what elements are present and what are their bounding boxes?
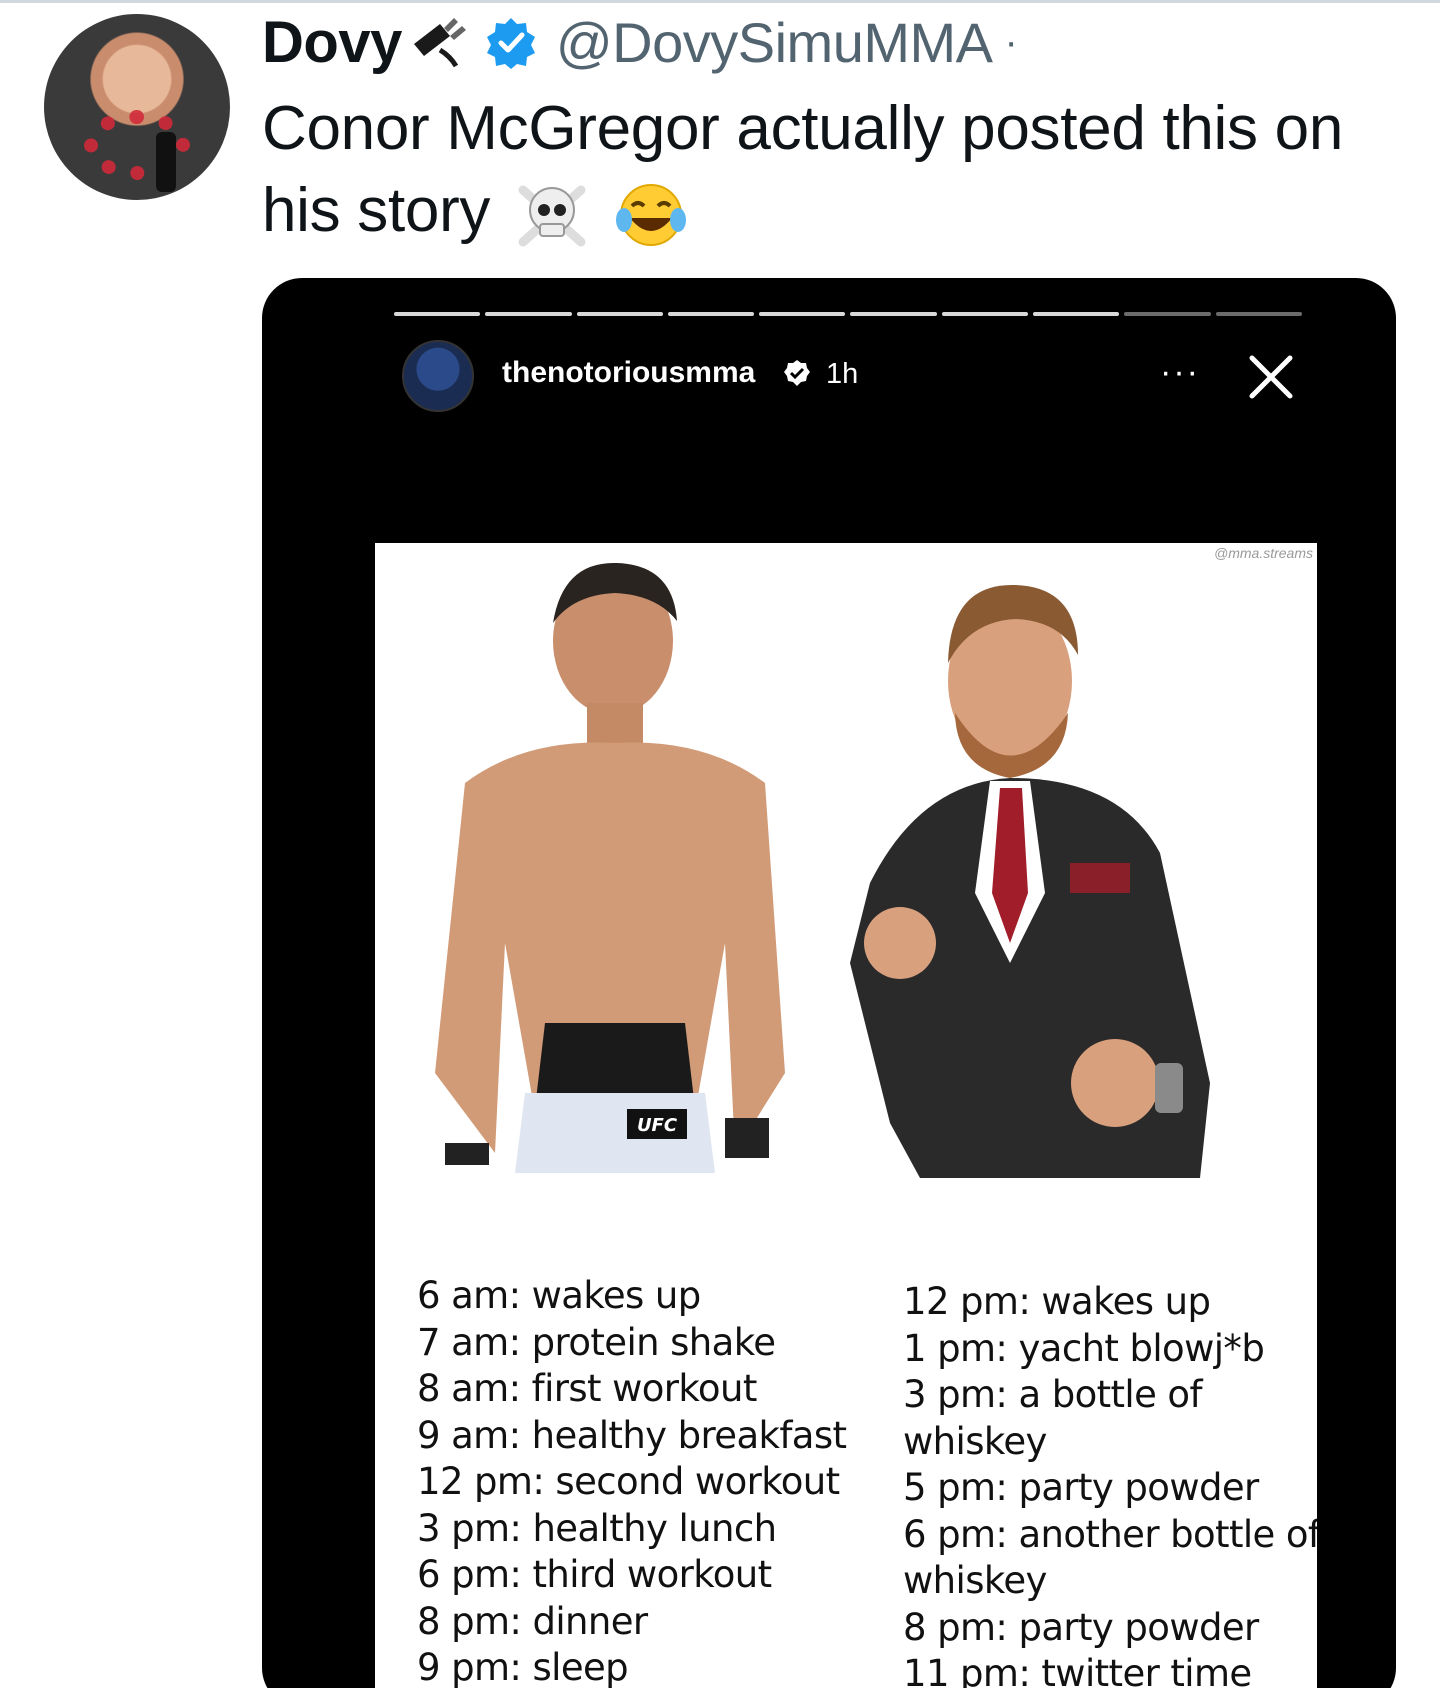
tweet-body: Conor McGregor actually posted this on h… <box>262 94 1344 245</box>
skull-crossbones-icon <box>518 185 586 247</box>
top-divider <box>0 0 1440 3</box>
schedule-line: 3 pm: a bottle of <box>903 1373 1203 1416</box>
right-schedule: 12 pm: wakes up 1 pm: yacht blowj*b 3 pm… <box>903 1279 1317 1688</box>
trunks-logo: UFC <box>637 1115 678 1136</box>
schedule-line: 8 pm: dinner <box>417 1599 648 1643</box>
story-username[interactable]: thenotoriousmma <box>502 356 755 390</box>
schedule-line: 6 am: wakes up <box>417 1274 701 1317</box>
story-timestamp: 1h <box>826 358 859 390</box>
schedule-line: 11 pm: twitter time <box>903 1652 1252 1688</box>
avatar[interactable] <box>44 14 230 200</box>
tweet-text: Conor McGregor actually posted this on h… <box>262 88 1392 252</box>
separator-dot: · <box>1004 19 1018 64</box>
schedule-line: 5 pm: party powder <box>903 1466 1259 1509</box>
schedule-line: 1 pm: yacht blowj*b <box>903 1326 1265 1370</box>
left-schedule: 6 am: wakes up 7 am: protein shake 8 am:… <box>417 1273 847 1688</box>
schedule-line: 3 pm: healthy lunch <box>417 1506 777 1550</box>
meme-image: @mma.streams UFC 6 am: wakes up 7 am: pr… <box>375 543 1317 1688</box>
story-progress-bar <box>394 312 1302 316</box>
schedule-line: 8 pm: party powder <box>903 1605 1259 1649</box>
more-options-icon[interactable]: ··· <box>1160 355 1200 389</box>
story-avatar[interactable] <box>402 340 474 412</box>
schedule-line: 7 am: protein shake <box>417 1320 776 1364</box>
fighter-left-illustration: UFC <box>435 562 785 1173</box>
schedule-line: 9 am: healthy breakfast <box>417 1413 847 1457</box>
laughing-tears-icon <box>616 183 687 246</box>
fighter-right-illustration <box>850 584 1210 1178</box>
schedule-line: 9 pm: sleep <box>417 1646 629 1688</box>
watermark: @mma.streams <box>1214 545 1313 561</box>
attached-media-screenshot[interactable]: thenotoriousmma 1h ··· @mma.streams UFC <box>262 278 1396 1688</box>
user-handle[interactable]: @DovySimuMMA <box>556 10 993 75</box>
tweet-header: Dovy @DovySimuMMA · <box>262 10 1018 75</box>
display-name[interactable]: Dovy <box>262 9 402 76</box>
schedule-line: 6 pm: third workout <box>417 1553 772 1596</box>
story-verified-icon <box>784 360 810 386</box>
schedule-line: whiskey <box>903 1559 1047 1602</box>
schedule-line: 12 pm: second workout <box>417 1460 840 1503</box>
schedule-line: 12 pm: wakes up <box>903 1280 1211 1323</box>
schedule-line: 6 pm: another bottle of <box>903 1512 1317 1556</box>
schedule-line: whiskey <box>903 1419 1047 1463</box>
verified-badge-icon <box>486 18 535 69</box>
close-icon[interactable] <box>1244 350 1298 404</box>
schedule-line: 8 am: first workout <box>417 1367 757 1410</box>
microphone <box>156 132 176 192</box>
plug-icon <box>413 18 466 68</box>
